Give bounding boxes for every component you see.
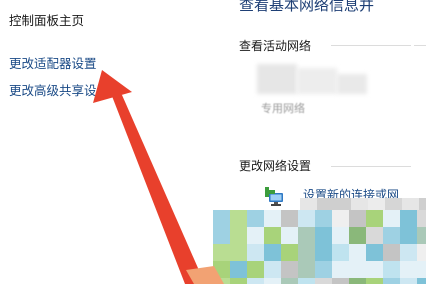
- blurred-network-name: [337, 74, 367, 94]
- section-divider: [331, 166, 411, 167]
- network-setup-icon: [265, 187, 283, 206]
- left-navigation: 控制面板主页 更改适配器设置 更改高级共享设置: [0, 0, 212, 284]
- mosaic-tile: [213, 244, 230, 261]
- nav-change-advanced-sharing-settings[interactable]: 更改高级共享设置: [9, 80, 109, 99]
- blurred-network-name: [257, 64, 297, 94]
- setup-new-connection-link[interactable]: 设置新的连接或网: [303, 186, 399, 203]
- nav-change-adapter-settings[interactable]: 更改适配器设置: [9, 53, 97, 72]
- change-network-settings-heading: 更改网络设置: [239, 159, 312, 173]
- mosaic-tile: [213, 227, 230, 244]
- section-divider: [331, 45, 411, 46]
- main-content: 查看基本网络信息并 查看活动网络 专用网络 更改网络设置 设置新的连接或网: [236, 0, 426, 284]
- section-divider: [414, 45, 426, 46]
- nav-control-panel-home[interactable]: 控制面板主页: [9, 10, 84, 29]
- blurred-network-name: [297, 68, 337, 94]
- mosaic-tile: [213, 210, 230, 227]
- mosaic-tile: [213, 278, 230, 284]
- active-networks-heading: 查看活动网络: [239, 39, 312, 53]
- page-title: 查看基本网络信息并: [239, 0, 375, 14]
- control-panel-window: 控制面板主页 更改适配器设置 更改高级共享设置 查看基本网络信息并 查看活动网络…: [0, 0, 426, 284]
- mosaic-tile: [213, 261, 230, 278]
- network-type-label: 专用网络: [261, 102, 305, 115]
